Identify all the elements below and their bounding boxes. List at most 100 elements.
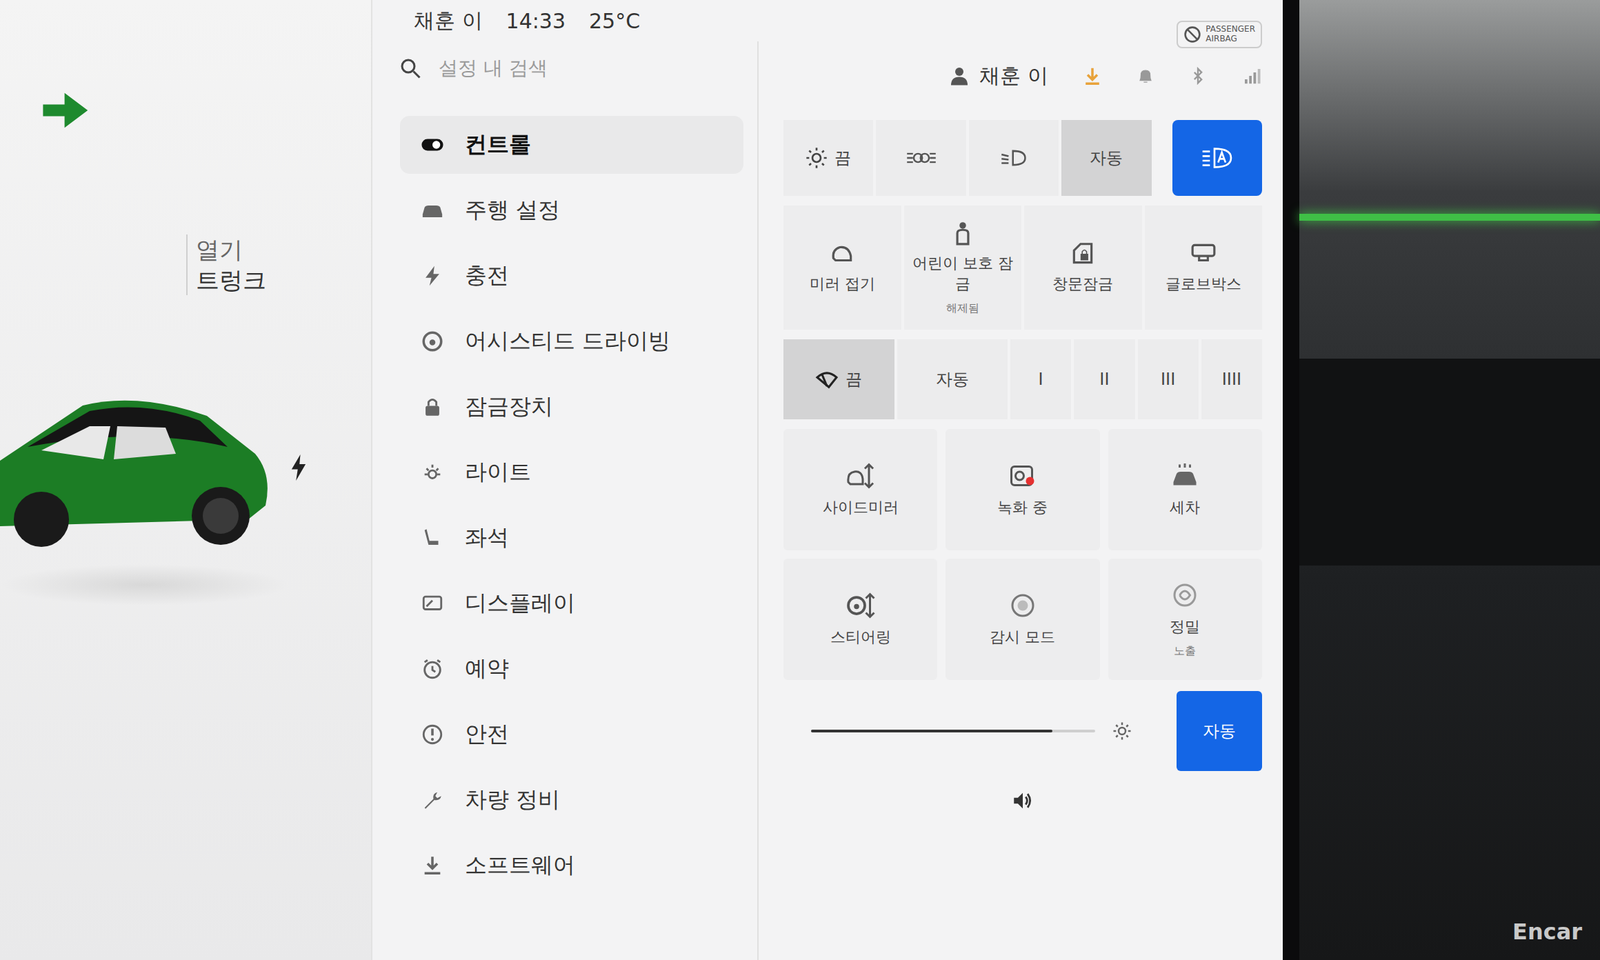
search-field[interactable]: 설정 내 검색	[400, 41, 744, 116]
menu-item[interactable]: 컨트롤	[400, 115, 744, 174]
light-option[interactable]: 끔	[783, 120, 874, 196]
control-tile[interactable]: 스티어링	[783, 558, 938, 680]
low-beam-icon	[1000, 148, 1027, 167]
dashboard	[1299, 0, 1600, 960]
volume-icon[interactable]	[1011, 788, 1035, 813]
lock-icon	[420, 395, 445, 419]
search-icon	[400, 57, 421, 79]
wiper-option[interactable]: III	[1137, 339, 1199, 420]
menu-label: 소프트웨어	[464, 850, 576, 881]
profile-button[interactable]: 채훈 이	[948, 62, 1049, 91]
light-option[interactable]	[968, 120, 1059, 196]
status-bar: 채훈 이14:3325°CPASSENGERAIRBAG	[372, 0, 1283, 42]
controls-header: 채훈 이	[783, 41, 1263, 111]
side-mirror-icon	[846, 461, 876, 491]
light-label: 끔	[834, 146, 852, 169]
watermark: Encar	[1512, 918, 1583, 945]
menu-item[interactable]: 어시스티드 드라이빙	[400, 312, 744, 371]
glovebox-icon	[1190, 240, 1217, 267]
airbag-badge: PASSENGERAIRBAG	[1176, 20, 1263, 49]
quick-controls-row: 미러 접기 어린이 보호 잠금해제됨창문잠금 글로브박스	[783, 205, 1263, 330]
wiper-option[interactable]: IIII	[1201, 339, 1263, 420]
settings-area: 채훈 이14:3325°CPASSENGERAIRBAG설정 내 검색컨트롤주행…	[372, 0, 1283, 960]
menu-item[interactable]: 예약	[400, 640, 744, 698]
menu-item[interactable]: 잠금장치	[400, 377, 744, 436]
light-label: 자동	[1089, 146, 1123, 169]
control-tile[interactable]: 감시 모드	[945, 558, 1100, 680]
control-tile[interactable]: 정밀노출	[1108, 558, 1263, 680]
tile-label: 스티어링	[830, 626, 892, 648]
control-tile[interactable]: 세차	[1108, 428, 1263, 551]
tile-label: 창문잠금	[1052, 273, 1114, 295]
tile-label: 사이드미러	[822, 497, 899, 518]
bell-icon[interactable]	[1136, 66, 1155, 85]
control-tile[interactable]: 어린이 보호 잠금해제됨	[904, 205, 1023, 330]
menu-label: 안전	[464, 719, 509, 750]
menu-label: 차량 정비	[464, 784, 560, 816]
tile-label: 글로브박스	[1165, 273, 1242, 295]
search-placeholder: 설정 내 검색	[438, 55, 548, 82]
wiper-option[interactable]: I	[1010, 339, 1072, 420]
control-tile[interactable]: 녹화 중	[945, 428, 1100, 551]
trunk-button[interactable]: 열기트렁크	[186, 234, 372, 296]
tile-label: 어린이 보호 잠금	[908, 253, 1018, 295]
menu-item[interactable]: 차량 정비	[400, 771, 744, 829]
wiper-option[interactable]: 끔	[783, 339, 895, 420]
vehicle-controls-grid: 사이드미러 녹화 중세차스티어링 감시 모드 정밀노출	[783, 428, 1263, 680]
airbag-icon	[1183, 25, 1202, 44]
clock-icon	[420, 657, 445, 681]
arrow-icon[interactable]	[41, 89, 92, 132]
wiper-label: I	[1038, 369, 1044, 389]
tile-label: 미러 접기	[809, 273, 876, 295]
menu-label: 주행 설정	[464, 195, 560, 226]
car-panel: 열기트렁크	[0, 0, 373, 960]
person-icon	[948, 65, 970, 87]
light-option[interactable]	[1172, 120, 1263, 196]
page: 열기트렁크채훈 이14:3325°CPASSENGERAIRBAG설정 내 검색…	[0, 0, 1600, 960]
menu-label: 디스플레이	[464, 588, 576, 619]
sentry-icon	[1008, 591, 1038, 620]
charge-icon	[420, 264, 445, 288]
wiper-selector: 끔자동IIIIIIIIII	[783, 339, 1263, 420]
car-icon	[420, 198, 445, 223]
wiper-icon	[815, 369, 839, 389]
light-icon	[420, 460, 445, 485]
display-icon	[420, 591, 445, 616]
wiper-option[interactable]: II	[1073, 339, 1135, 420]
control-tile[interactable]: 글로브박스	[1144, 205, 1263, 330]
sun-icon	[805, 146, 828, 169]
screen-bezel	[1282, 0, 1300, 960]
lte-signal-icon	[1241, 66, 1263, 85]
wiper-option[interactable]: 자동	[897, 339, 1009, 420]
light-option[interactable]: 자동	[1061, 120, 1152, 196]
charging-bolt-icon[interactable]	[289, 454, 308, 481]
auto-high-beam-icon	[1201, 146, 1234, 169]
floor-shadow	[0, 564, 290, 606]
parking-light-icon	[906, 148, 937, 167]
status-temperature: 25°C	[588, 8, 640, 34]
precision-icon	[1170, 580, 1200, 610]
menu-item[interactable]: 안전	[400, 705, 744, 764]
control-tile[interactable]: 미러 접기	[783, 205, 902, 330]
menu-item[interactable]: 주행 설정	[400, 181, 744, 240]
menu-item[interactable]: 충전	[400, 246, 744, 305]
light-option[interactable]	[875, 120, 966, 196]
tile-label: 감시 모드	[989, 626, 1056, 648]
menu-item[interactable]: 디스플레이	[400, 574, 744, 633]
controls-panel: 채훈 이끔자동미러 접기어린이 보호 잠금해제됨창문잠금글로브박스끔자동IIII…	[758, 41, 1283, 960]
menu-label: 어시스티드 드라이빙	[464, 326, 671, 357]
control-tile[interactable]: 사이드미러	[783, 428, 938, 551]
bluetooth-icon[interactable]	[1188, 66, 1207, 85]
menu-item[interactable]: 라이트	[400, 443, 744, 502]
wrench-icon	[420, 788, 445, 812]
download-icon[interactable]	[1082, 66, 1103, 86]
wiper-label: III	[1160, 369, 1176, 389]
brightness-slider[interactable]	[811, 729, 1096, 733]
brightness-auto-button[interactable]: 자동	[1176, 691, 1263, 772]
controls-icon	[420, 133, 445, 157]
wiper-label: II	[1099, 369, 1109, 389]
menu-item[interactable]: 소프트웨어	[400, 836, 744, 895]
menu-item[interactable]: 좌석	[400, 508, 744, 567]
control-tile[interactable]: 창문잠금	[1024, 205, 1143, 330]
airbag-line1: PASSENGER	[1205, 24, 1256, 35]
